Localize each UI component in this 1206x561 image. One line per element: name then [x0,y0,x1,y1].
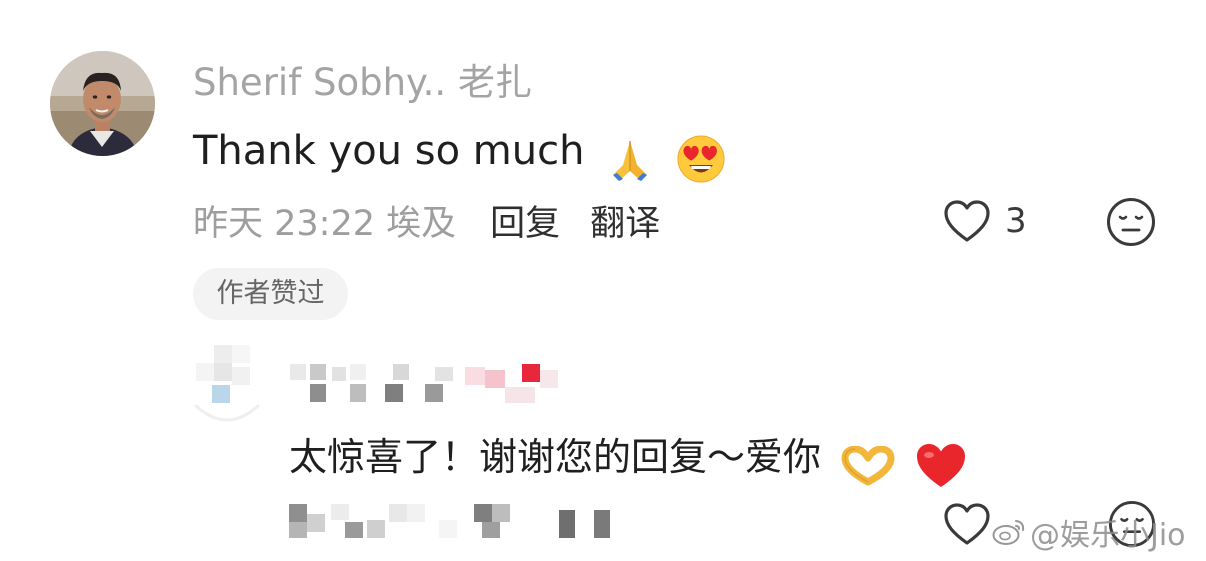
heart-eyes-emoji [676,132,726,184]
comment-text: Thank you so much [193,128,585,174]
heart-hands-emoji [841,438,895,488]
watermark-text: @娱乐小Jio [1030,518,1186,553]
reply-username-censored [285,362,565,410]
comment-body: Thank you so much [193,126,726,184]
reply-meta-censored [289,500,629,542]
neutral-face-icon [1107,198,1155,246]
watermark: @娱乐小Jio [992,510,1186,554]
reply-like-button[interactable] [943,502,991,548]
dislike-button[interactable] [1106,197,1156,247]
like-button[interactable]: 3 [943,196,1027,246]
weibo-logo-icon [992,520,1025,545]
like-count: 3 [1005,201,1027,241]
comment-timestamp: 昨天 23:22 埃及 [193,203,457,244]
comment-meta-row: 昨天 23:22 埃及 回复 翻译 [193,196,660,244]
reply-avatar-censored [192,345,262,425]
commenter-username[interactable]: Sherif Sobhy.. 老扎 [193,60,532,106]
reply-button[interactable]: 回复 [490,195,560,246]
heart-outline-icon [944,200,990,242]
author-liked-badge: 作者赞过 [193,268,348,320]
reply-body: 太惊喜了！谢谢您的回复～爱你 [289,432,967,490]
folded-hands-emoji [605,132,655,183]
heart-outline-icon [944,503,990,545]
commenter-avatar[interactable] [50,51,155,156]
red-heart-emoji [915,438,967,490]
reply-text: 太惊喜了！谢谢您的回复～爱你 [289,435,822,479]
translate-button[interactable]: 翻译 [590,195,660,246]
